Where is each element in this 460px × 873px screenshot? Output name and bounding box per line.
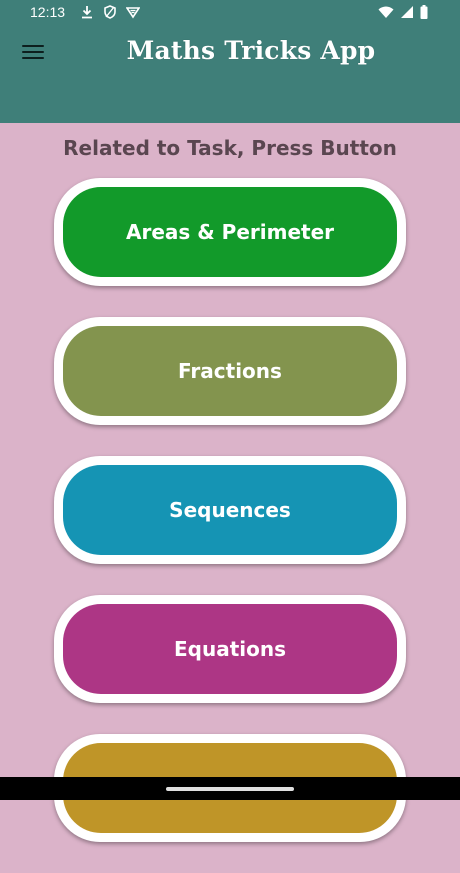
page-subtitle: Related to Task, Press Button — [63, 136, 397, 160]
equations-button[interactable]: Equations — [54, 595, 406, 703]
app-title: Maths Tricks App — [126, 36, 376, 65]
fractions-button-label: Fractions — [63, 326, 397, 416]
download-icon — [82, 6, 92, 19]
areas-perimeter-button-label: Areas & Perimeter — [63, 187, 397, 277]
areas-perimeter-button[interactable]: Areas & Perimeter — [54, 178, 406, 286]
app-bar: Maths Tricks App — [0, 24, 460, 123]
home-gesture-handle[interactable] — [166, 787, 294, 791]
status-time: 12:13 — [30, 4, 66, 20]
fractions-button[interactable]: Fractions — [54, 317, 406, 425]
vpn-icon — [126, 7, 140, 19]
sequences-button-label: Sequences — [63, 465, 397, 555]
sequences-button[interactable]: Sequences — [54, 456, 406, 564]
navigation-bar — [0, 777, 460, 800]
signal-icon — [401, 6, 413, 18]
wifi-icon — [378, 6, 394, 18]
task-button-list: Areas & Perimeter Fractions Sequences Eq… — [54, 178, 406, 873]
status-bar: 12:13 — [0, 0, 460, 24]
equations-button-label: Equations — [63, 604, 397, 694]
shield-icon — [104, 5, 116, 19]
status-right-icons — [378, 5, 428, 19]
battery-icon — [420, 5, 428, 19]
status-left-icons — [80, 5, 140, 19]
